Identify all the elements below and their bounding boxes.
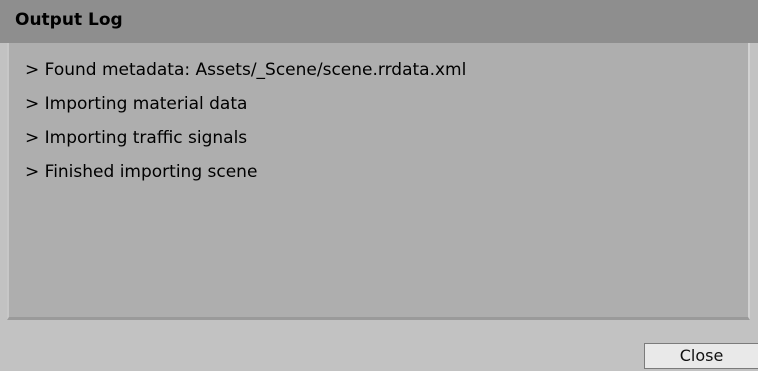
output-log-dialog: Output Log > Found metadata: Assets/_Sce… [0,0,758,371]
log-line: > Found metadata: Assets/_Scene/scene.rr… [25,60,467,80]
log-panel: > Found metadata: Assets/_Scene/scene.rr… [7,43,750,320]
log-line: > Finished importing scene [25,162,258,182]
log-line: > Importing traffic signals [25,128,248,148]
dialog-title: Output Log [15,10,123,30]
log-list: > Found metadata: Assets/_Scene/scene.rr… [25,53,466,189]
log-line: > Importing material data [25,94,248,114]
title-bar: Output Log [0,0,758,43]
close-button[interactable]: Close [644,343,758,369]
